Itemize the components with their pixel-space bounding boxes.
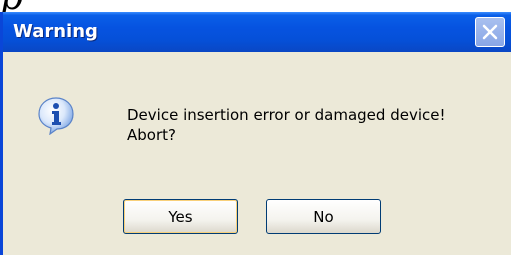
warning-dialog: Warning Device insertion error or damage… bbox=[0, 12, 511, 255]
dialog-message: Device insertion error or damaged device… bbox=[127, 105, 446, 145]
message-line-1: Device insertion error or damaged device… bbox=[127, 106, 446, 124]
no-button[interactable]: No bbox=[266, 199, 381, 234]
yes-button[interactable]: Yes bbox=[123, 199, 238, 234]
dialog-title: Warning bbox=[13, 21, 98, 42]
information-icon bbox=[38, 97, 74, 135]
close-button[interactable] bbox=[475, 17, 505, 47]
message-line-2: Abort? bbox=[127, 126, 176, 144]
close-icon bbox=[482, 24, 498, 40]
title-bar[interactable]: Warning bbox=[3, 12, 511, 52]
